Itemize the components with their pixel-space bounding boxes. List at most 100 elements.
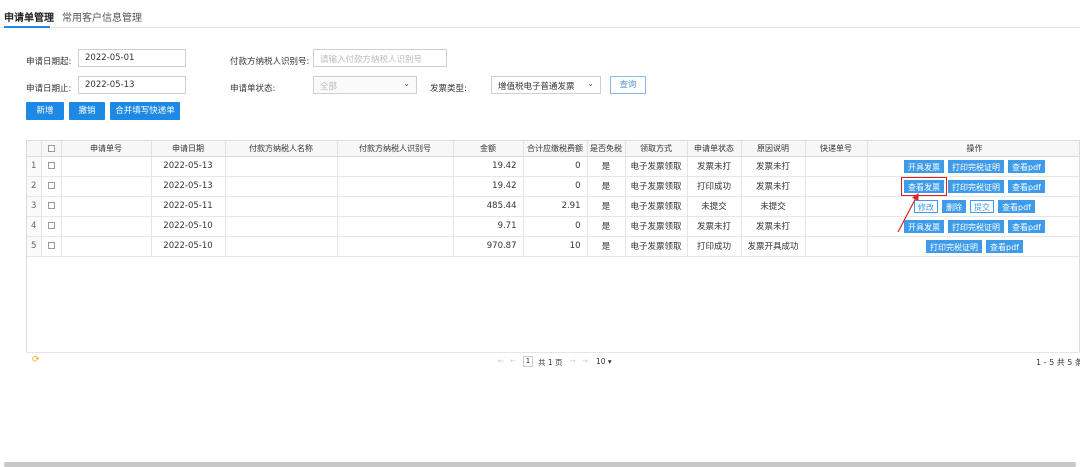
table-row[interactable]: 3 2022-05-11 485.44 2.91 是 电子发票领取 未提交 未提… (27, 196, 1079, 217)
row-checkbox[interactable] (47, 202, 55, 209)
page-number-input[interactable]: 1 (523, 356, 533, 367)
select-all-header[interactable] (41, 141, 62, 157)
column-header: 操作 (867, 141, 1079, 157)
print-tax-certificate-button[interactable]: 打印完税证明 (948, 219, 1004, 233)
edit-button[interactable]: 修改 (914, 199, 938, 213)
table-row[interactable]: 5 2022-05-10 970.87 10 是 电子发票领取 打印成功 发票开… (27, 236, 1079, 257)
amount-cell: 485.44 (453, 196, 524, 217)
column-header: 申请日期 (151, 141, 226, 157)
row-select-cell[interactable] (41, 196, 62, 217)
issue-invoice-button[interactable]: 开具发票 (904, 159, 944, 173)
row-checkbox[interactable] (47, 162, 55, 169)
method-cell: 电子发票领取 (625, 176, 688, 197)
total-pages-text: 共 1 页 (538, 358, 563, 367)
actions-cell: 查看发票 打印完税证明 查看pdf (867, 176, 1079, 197)
row-number: 3 (27, 196, 42, 217)
invoice-type-label: 发票类型: (430, 84, 467, 94)
query-button[interactable]: 查询 (610, 76, 646, 94)
row-checkbox[interactable] (47, 242, 55, 249)
row-number-header (27, 141, 42, 157)
print-tax-certificate-button[interactable]: 打印完税证明 (948, 159, 1004, 173)
view-pdf-button[interactable]: 查看pdf (1008, 179, 1045, 193)
status-cell: 发票未打 (687, 156, 742, 177)
row-checkbox[interactable] (47, 222, 55, 229)
row-checkbox[interactable] (47, 182, 55, 189)
exempt-cell: 是 (587, 216, 626, 237)
select-all-checkbox[interactable] (47, 144, 55, 152)
table-header-row: 申请单号 申请日期 付款方纳税人名称 付款方纳税人识别号 金额 合计应缴税费额 … (27, 141, 1079, 157)
payer-taxid-label: 付款方纳税人识别号: (230, 57, 310, 67)
merge-express-button[interactable]: 合并填写快递单 (110, 102, 180, 120)
column-header: 领取方式 (625, 141, 688, 157)
column-header: 申请单号 (61, 141, 152, 157)
date-end-input[interactable]: 2022-05-13 (78, 76, 186, 94)
table-row[interactable]: 1 2022-05-13 19.42 0 是 电子发票领取 发票未打 发票未打 … (27, 156, 1079, 177)
reason-cell: 发票未打 (741, 176, 806, 197)
column-header: 快递单号 (805, 141, 868, 157)
issue-invoice-button[interactable]: 开具发票 (904, 219, 944, 233)
row-number: 2 (27, 176, 42, 197)
payer-name-cell (225, 176, 338, 197)
add-button[interactable]: 新增 (26, 102, 64, 120)
prev-page-icon[interactable]: ← (510, 357, 516, 365)
view-pdf-button[interactable]: 查看pdf (998, 199, 1035, 213)
refresh-icon[interactable]: ⟳ (32, 355, 40, 365)
actions-cell: 打印完税证明 查看pdf (867, 236, 1079, 257)
pagination-bar: ⟳ ⇤ ← 1 共 1 页 → ⇥ 10 ▾ 1 - 5 共 5 条 (26, 352, 1080, 370)
print-tax-certificate-button[interactable]: 打印完税证明 (926, 239, 982, 253)
submit-button[interactable]: 提交 (970, 199, 994, 213)
chevron-down-icon: ⌄ (587, 79, 594, 88)
date-cell: 2022-05-13 (151, 176, 226, 197)
row-select-cell[interactable] (41, 176, 62, 197)
active-tab-indicator (4, 26, 50, 28)
tax-cell: 10 (523, 236, 588, 257)
column-header: 是否免税 (587, 141, 626, 157)
express-number-cell (805, 196, 868, 217)
next-page-icon[interactable]: → (570, 357, 576, 365)
date-end-label: 申请日期止: (26, 84, 72, 94)
status-cell: 打印成功 (687, 176, 742, 197)
payer-name-cell (225, 236, 338, 257)
last-page-icon[interactable]: ⇥ (582, 357, 588, 365)
table-row[interactable]: 4 2022-05-10 9.71 0 是 电子发票领取 发票未打 发票未打 开… (27, 216, 1079, 237)
tab-bar: 申请单管理 常用客户信息管理 (0, 0, 1080, 28)
chevron-down-icon: ⌄ (403, 79, 410, 88)
tab-application-management[interactable]: 申请单管理 (4, 9, 54, 24)
method-cell: 电子发票领取 (625, 216, 688, 237)
row-select-cell[interactable] (41, 236, 62, 257)
invoice-type-select-value: 增值税电子普通发票 (498, 82, 575, 92)
delete-button[interactable]: 删除 (942, 199, 966, 213)
amount-cell: 19.42 (453, 176, 524, 197)
table-row[interactable]: 2 2022-05-13 19.42 0 是 电子发票领取 打印成功 发票未打 … (27, 176, 1079, 197)
reason-cell: 发票开具成功 (741, 236, 806, 257)
application-number-cell (61, 216, 152, 237)
invoice-type-select[interactable]: 增值税电子普通发票 ⌄ (491, 76, 601, 94)
status-label: 申请单状态: (230, 84, 276, 94)
print-tax-certificate-button[interactable]: 打印完税证明 (948, 179, 1004, 193)
status-cell: 发票未打 (687, 216, 742, 237)
view-pdf-button[interactable]: 查看pdf (1008, 219, 1045, 233)
tax-cell: 0 (523, 176, 588, 197)
view-pdf-button[interactable]: 查看pdf (986, 239, 1023, 253)
method-cell: 电子发票领取 (625, 196, 688, 217)
revoke-button[interactable]: 撤销 (69, 102, 105, 120)
date-start-input[interactable]: 2022-05-01 (78, 49, 186, 67)
row-select-cell[interactable] (41, 156, 62, 177)
first-page-icon[interactable]: ⇤ (498, 357, 504, 365)
application-table: 申请单号 申请日期 付款方纳税人名称 付款方纳税人识别号 金额 合计应缴税费额 … (26, 140, 1080, 370)
actions-cell: 开具发票 打印完税证明 查看pdf (867, 156, 1079, 177)
column-header: 金额 (453, 141, 524, 157)
tax-cell: 0 (523, 156, 588, 177)
row-select-cell[interactable] (41, 216, 62, 237)
view-pdf-button[interactable]: 查看pdf (1008, 159, 1045, 173)
horizontal-scrollbar[interactable] (4, 462, 1076, 467)
tab-customer-info-management[interactable]: 常用客户信息管理 (62, 9, 142, 24)
amount-cell: 970.87 (453, 236, 524, 257)
payer-taxid-input[interactable]: 请输入付款方纳税人识别号 (313, 49, 447, 67)
view-invoice-button[interactable]: 查看发票 (901, 176, 947, 195)
status-select-value: 全部 (320, 82, 338, 92)
reason-cell: 发票未打 (741, 216, 806, 237)
status-select[interactable]: 全部 ⌄ (313, 76, 417, 94)
application-number-cell (61, 196, 152, 217)
page-size-select[interactable]: 10 ▾ (596, 357, 612, 366)
